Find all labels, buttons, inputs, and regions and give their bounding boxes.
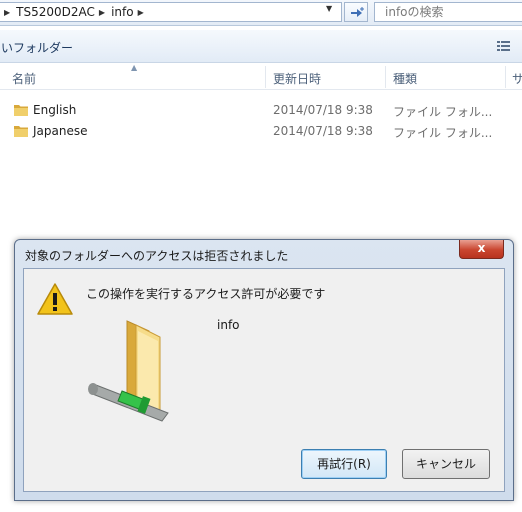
refresh-button[interactable] — [344, 2, 368, 22]
new-folder-button[interactable]: いフォルダー — [1, 39, 73, 56]
close-icon: x — [477, 241, 486, 255]
folder-icon — [14, 126, 28, 137]
view-options-icon[interactable] — [496, 39, 512, 56]
breadcrumb[interactable]: ▶ TS5200D2AC ▶ info ▶ — [0, 2, 342, 22]
list-item[interactable]: Japanese 2014/07/18 9:38 ファイル フォル... — [0, 121, 522, 142]
access-denied-dialog: 対象のフォルダーへのアクセスは拒否されました x この操作を実行するアクセス許可… — [14, 239, 514, 501]
close-button[interactable]: x — [459, 240, 504, 259]
breadcrumb-item-ts5200d2ac[interactable]: TS5200D2AC — [16, 5, 95, 19]
toolbar: いフォルダー — [0, 30, 522, 63]
folder-icon — [14, 105, 28, 116]
chevron-right-icon[interactable]: ▶ — [4, 8, 10, 17]
file-name: Japanese — [33, 124, 88, 138]
cancel-button[interactable]: キャンセル — [402, 449, 490, 479]
list-item[interactable]: English 2014/07/18 9:38 ファイル フォル... — [0, 100, 522, 121]
column-divider[interactable] — [265, 66, 266, 88]
chevron-right-icon[interactable]: ▶ — [138, 8, 144, 17]
column-divider[interactable] — [505, 66, 506, 88]
chevron-down-icon[interactable]: ▼ — [326, 4, 332, 13]
chevron-right-icon[interactable]: ▶ — [99, 8, 105, 17]
network-folder-icon — [88, 320, 169, 422]
warning-icon — [37, 283, 73, 315]
file-name: English — [33, 103, 77, 117]
search-input[interactable]: infoの検索 — [374, 2, 522, 22]
dialog-message: この操作を実行するアクセス許可が必要です — [86, 287, 326, 301]
file-type: ファイル フォル... — [393, 126, 493, 140]
file-date: 2014/07/18 9:38 — [273, 103, 373, 117]
file-date: 2014/07/18 9:38 — [273, 124, 373, 138]
column-headers: ▲ 名前 更新日時 種類 サ — [0, 63, 522, 90]
column-header-type[interactable]: 種類 — [393, 70, 417, 87]
column-header-name[interactable]: 名前 — [12, 70, 36, 87]
address-bar: ▶ TS5200D2AC ▶ info ▶ ▼ infoの検索 — [0, 0, 522, 26]
refresh-icon — [351, 7, 364, 17]
sort-ascending-icon: ▲ — [131, 63, 138, 72]
column-header-date[interactable]: 更新日時 — [273, 70, 321, 87]
column-divider[interactable] — [385, 66, 386, 88]
breadcrumb-item-info[interactable]: info — [111, 5, 134, 19]
item-name: info — [217, 318, 240, 332]
file-type: ファイル フォル... — [393, 105, 493, 119]
retry-button[interactable]: 再試行(R) — [301, 449, 387, 479]
dialog-body: この操作を実行するアクセス許可が必要です info 再試行(R) キャンセル — [23, 268, 505, 492]
dialog-title: 対象のフォルダーへのアクセスは拒否されました — [25, 249, 289, 263]
column-header-size[interactable]: サ — [512, 70, 522, 87]
